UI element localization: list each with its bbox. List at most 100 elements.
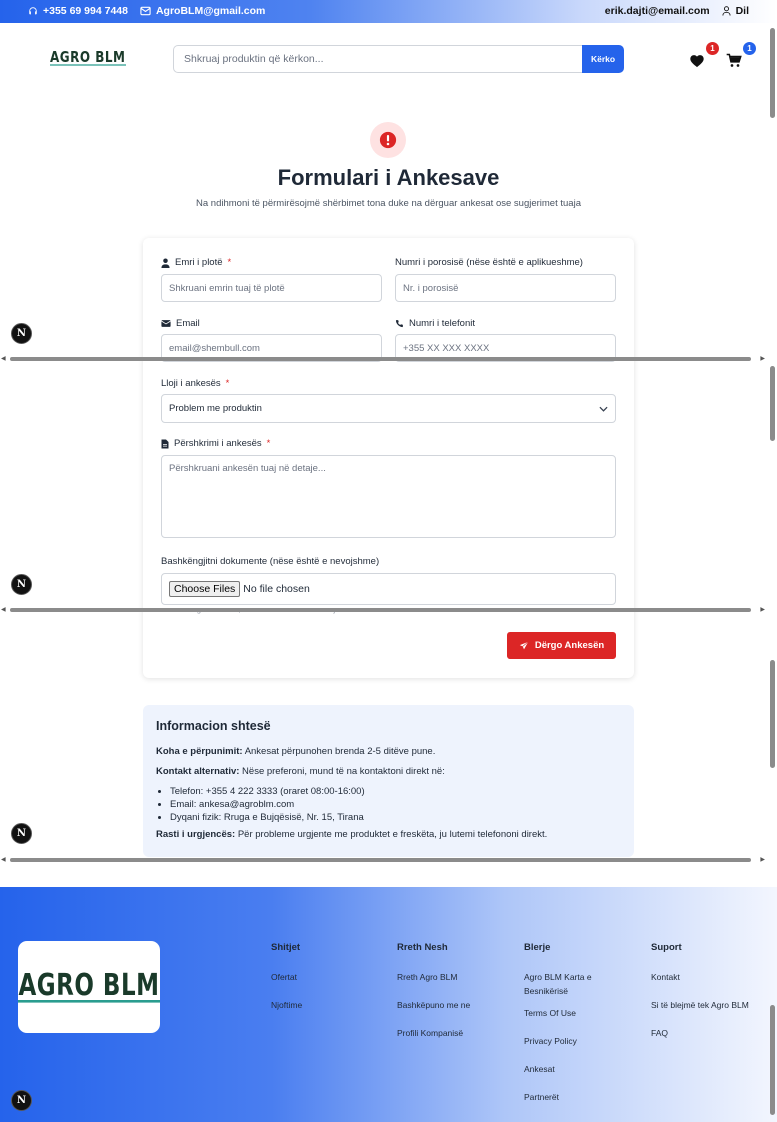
search-input[interactable] xyxy=(173,45,582,73)
scroll-right-arrow-icon[interactable]: ▶ xyxy=(760,355,765,362)
user-icon xyxy=(161,258,170,268)
description-label-text: Përshkrimi i ankesës xyxy=(174,438,262,449)
footer-column-title: Suport xyxy=(651,942,682,953)
horizontal-scrollbar[interactable]: ◀ ▶ xyxy=(0,606,766,614)
footer-logo[interactable]: AGRO BLM xyxy=(18,941,160,1033)
alert-badge xyxy=(370,122,406,158)
additional-info: Informacion shtesë Koha e përpunimit: An… xyxy=(143,705,634,857)
dev-tools-badge[interactable]: N xyxy=(11,323,32,344)
envelope-icon xyxy=(140,6,151,16)
type-label: Lloji i ankesës * xyxy=(161,378,229,389)
footer-link-faq[interactable]: FAQ xyxy=(651,1026,763,1040)
top-bar: +355 69 994 7448 AgroBLM@gmail.com erik.… xyxy=(0,0,777,23)
scroll-left-arrow-icon[interactable]: ◀ xyxy=(1,355,6,362)
cart-icon xyxy=(726,53,742,67)
name-input[interactable] xyxy=(161,274,382,302)
footer-link-about[interactable]: Rreth Agro BLM xyxy=(397,970,507,984)
alternative-contact: Kontakt alternativ: Nëse preferoni, mund… xyxy=(156,766,621,777)
footer-link-partner[interactable]: Bashkëpuno me ne xyxy=(397,998,507,1012)
contact-list: Telefon: +355 4 222 3333 (oraret 08:00-1… xyxy=(170,786,621,823)
vertical-scrollbar-thumb[interactable] xyxy=(770,660,775,768)
paper-plane-icon xyxy=(519,641,529,649)
footer-link-contact[interactable]: Kontakt xyxy=(651,970,763,984)
footer-link-loyalty-card[interactable]: Agro BLM Karta e Besnikërisë xyxy=(524,970,620,998)
footer-link-privacy[interactable]: Privacy Policy xyxy=(524,1034,620,1048)
order-number-input[interactable] xyxy=(395,274,616,302)
footer-link-complaints[interactable]: Ankesat xyxy=(524,1062,620,1076)
file-status: No file chosen xyxy=(243,583,310,595)
scroll-right-arrow-icon[interactable]: ▶ xyxy=(760,606,765,613)
contact-store: Dyqani fizik: Rruga e Bujqësisë, Nr. 15,… xyxy=(170,812,621,823)
vertical-scrollbar-thumb[interactable] xyxy=(770,366,775,441)
page-title: Formulari i Ankesave xyxy=(277,165,500,190)
file-upload[interactable]: Choose Files No file chosen xyxy=(161,573,616,605)
file-text-icon xyxy=(161,439,169,448)
dev-tools-badge[interactable]: N xyxy=(11,823,32,844)
scroll-right-arrow-icon[interactable]: ▶ xyxy=(760,856,765,863)
heart-icon xyxy=(690,55,704,68)
site-logo[interactable]: AGRO BLM xyxy=(50,49,126,66)
processing-label: Koha e përpunimit: xyxy=(156,746,243,757)
footer-column-sales: Shitjet Ofertat Njoftime xyxy=(271,942,381,1026)
complaint-type-select[interactable]: Problem me produktin xyxy=(161,394,616,423)
name-label-text: Emri i plotë xyxy=(175,257,223,268)
user-email[interactable]: erik.dajti@email.com xyxy=(605,5,710,17)
user-icon xyxy=(722,6,731,16)
processing-time: Koha e përpunimit: Ankesat përpunohen br… xyxy=(156,746,621,757)
envelope-icon xyxy=(161,320,171,327)
urgent-note: Rasti i urgjencës: Për probleme urgjente… xyxy=(156,829,621,840)
footer-link-how-to-buy[interactable]: Si të blejmë tek Agro BLM xyxy=(651,998,763,1012)
phone-label: Numri i telefonit xyxy=(395,318,475,329)
cart-button[interactable]: 1 xyxy=(726,42,756,70)
footer-link-offers[interactable]: Ofertat xyxy=(271,970,381,984)
description-textarea[interactable] xyxy=(161,455,616,538)
wishlist-button[interactable]: 1 xyxy=(689,42,719,70)
processing-text: Ankesat përpunohen brenda 2-5 ditëve pun… xyxy=(244,746,436,757)
scrollbar-thumb[interactable] xyxy=(10,357,751,361)
footer-link-company-profile[interactable]: Profili Kompanisë xyxy=(397,1026,507,1040)
topbar-phone[interactable]: +355 69 994 7448 xyxy=(28,5,128,17)
search-button[interactable]: Kërko xyxy=(582,45,624,73)
attachments-label-text: Bashkëngjitni dokumente (nëse është e ne… xyxy=(161,556,380,567)
topbar-phone-text: +355 69 994 7448 xyxy=(43,5,128,17)
submit-button[interactable]: Dërgo Ankesën xyxy=(507,632,616,659)
email-label-text: Email xyxy=(176,318,200,329)
scroll-left-arrow-icon[interactable]: ◀ xyxy=(1,606,6,613)
contact-email[interactable]: Email: ankesa@agroblm.com xyxy=(170,799,621,810)
required-mark: * xyxy=(266,438,271,449)
footer-link-partners[interactable]: Partnerët xyxy=(524,1090,620,1104)
alt-contact-label: Kontakt alternativ: xyxy=(156,766,240,777)
topbar-email[interactable]: AgroBLM@gmail.com xyxy=(140,5,265,17)
footer-column-about: Rreth Nesh Rreth Agro BLM Bashkëpuno me … xyxy=(397,942,507,1054)
footer-column-support: Suport Kontakt Si të blejmë tek Agro BLM… xyxy=(651,942,763,1054)
language-selector[interactable]: Dil xyxy=(722,5,749,17)
alt-contact-text: Nëse preferoni, mund të na kontaktoni di… xyxy=(242,766,445,777)
horizontal-scrollbar[interactable]: ◀ ▶ xyxy=(0,355,766,363)
order-label: Numri i porosisë (nëse është e aplikuesh… xyxy=(395,257,583,268)
contact-phone: Telefon: +355 4 222 3333 (oraret 08:00-1… xyxy=(170,786,621,797)
required-mark: * xyxy=(225,378,230,389)
scrollbar-thumb[interactable] xyxy=(10,858,751,862)
horizontal-scrollbar[interactable]: ◀ ▶ xyxy=(0,856,766,864)
type-label-text: Lloji i ankesës xyxy=(161,378,221,389)
required-mark: * xyxy=(227,257,232,268)
urgent-text: Për probleme urgjente me produktet e fre… xyxy=(237,829,548,840)
footer: AGRO BLM Shitjet Ofertat Njoftime Rreth … xyxy=(0,887,777,1122)
scrollbar-thumb[interactable] xyxy=(10,608,751,612)
topbar-email-text: AgroBLM@gmail.com xyxy=(155,5,266,17)
page-subtitle: Na ndihmoni të përmirësojmë shërbimet to… xyxy=(196,198,581,209)
footer-column-title: Shitjet xyxy=(271,942,301,953)
footer-link-news[interactable]: Njoftime xyxy=(271,998,381,1012)
vertical-scrollbar-thumb[interactable] xyxy=(770,28,775,118)
footer-link-terms[interactable]: Terms Of Use xyxy=(524,1006,620,1020)
choose-files-button[interactable]: Choose Files xyxy=(169,581,241,597)
footer-column-title: Blerje xyxy=(524,942,551,953)
dev-tools-badge[interactable]: N xyxy=(11,1090,32,1111)
footer-logo-text: AGRO BLM xyxy=(18,968,160,1003)
scroll-left-arrow-icon[interactable]: ◀ xyxy=(1,856,6,863)
dev-tools-badge[interactable]: N xyxy=(11,574,32,595)
vertical-scrollbar-thumb[interactable] xyxy=(770,1005,775,1115)
email-label: Email xyxy=(161,318,200,329)
wishlist-count-badge: 1 xyxy=(706,42,719,55)
chevron-down-icon xyxy=(599,406,608,412)
